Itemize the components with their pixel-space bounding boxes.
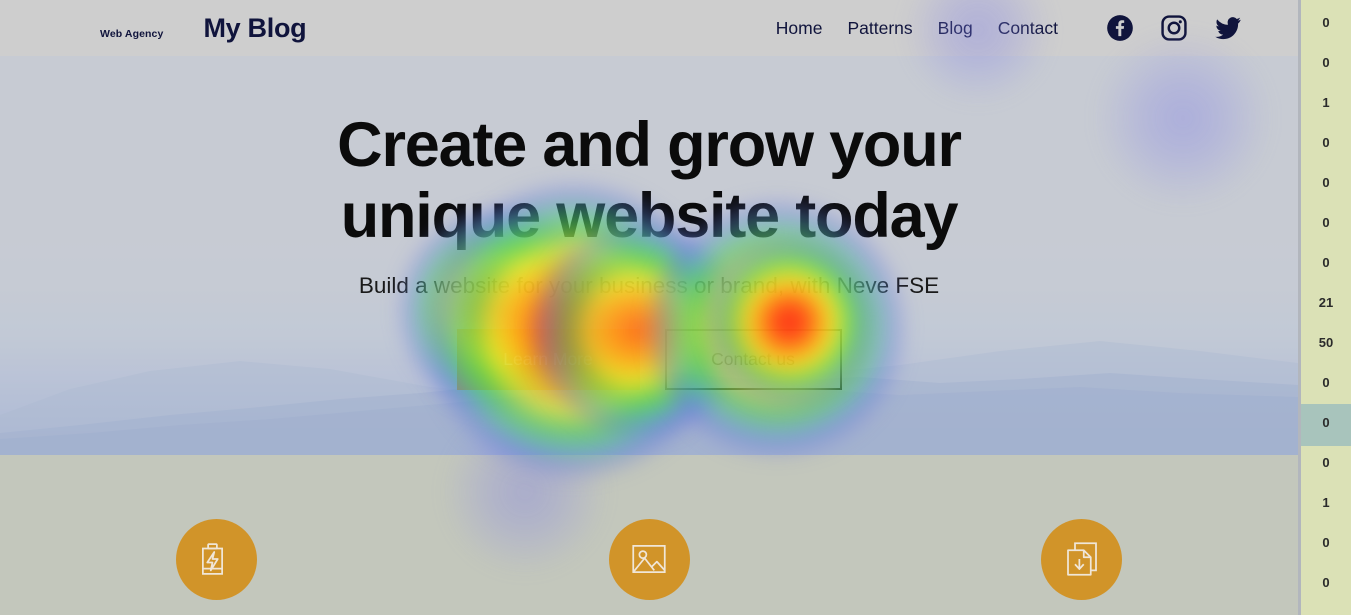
learn-more-button[interactable]: Learn More (456, 329, 640, 391)
scroll-depth-value: 0 (1322, 15, 1330, 30)
hero-subheading: Build a website for your business or bra… (358, 273, 940, 299)
hero-content: Create and grow your unique website toda… (0, 56, 1298, 455)
scroll-depth-value: 0 (1322, 135, 1330, 150)
facebook-icon[interactable] (1106, 14, 1134, 42)
hero-cta-group: Learn More Contact us (456, 329, 842, 391)
nav-link-blog[interactable]: Blog (938, 18, 973, 39)
scroll-depth-value: 0 (1322, 215, 1330, 230)
agency-tagline: Web Agency (100, 27, 164, 40)
scroll-depth-value: 0 (1322, 255, 1330, 270)
scroll-depth-value: 0 (1322, 415, 1330, 430)
scroll-depth-value: 0 (1322, 55, 1330, 70)
screenshot-root: Web Agency My Blog Home Patterns Blog Co… (0, 0, 1351, 615)
instagram-icon[interactable] (1160, 14, 1188, 42)
feature-item (0, 471, 433, 600)
scroll-depth-rail[interactable]: 0 0 1 0 0 0 0 21 50 0 0 0 1 0 0 (1298, 0, 1351, 615)
social-links (1106, 14, 1242, 42)
scroll-depth-value: 0 (1322, 175, 1330, 190)
image-placeholder-icon[interactable] (608, 518, 690, 600)
nav-link-contact[interactable]: Contact (998, 18, 1058, 39)
scroll-depth-value: 21 (1318, 295, 1334, 310)
nav-link-patterns[interactable]: Patterns (847, 18, 912, 39)
contact-us-button[interactable]: Contact us (664, 329, 842, 391)
nav-link-home[interactable]: Home (776, 18, 823, 39)
scroll-depth-value: 50 (1318, 335, 1334, 350)
site-header: Web Agency My Blog Home Patterns Blog Co… (0, 0, 1298, 56)
hero-heading: Create and grow your unique website toda… (337, 110, 962, 251)
feature-item (433, 471, 866, 600)
primary-navigation: Home Patterns Blog Contact (776, 18, 1058, 39)
scroll-depth-value: 1 (1322, 495, 1330, 510)
scroll-depth-value: 0 (1322, 375, 1330, 390)
brand[interactable]: Web Agency My Blog (0, 12, 307, 44)
scroll-depth-value: 0 (1322, 455, 1330, 470)
documents-download-icon[interactable] (1041, 518, 1123, 600)
website-preview: Web Agency My Blog Home Patterns Blog Co… (0, 0, 1298, 615)
feature-item (865, 471, 1298, 600)
hero-section: Create and grow your unique website toda… (0, 56, 1298, 455)
battery-bolt-icon[interactable] (175, 518, 257, 600)
site-title: My Blog (203, 12, 307, 43)
scroll-depth-value: 0 (1322, 535, 1330, 550)
twitter-icon[interactable] (1214, 14, 1242, 42)
scroll-depth-value: 1 (1322, 95, 1330, 110)
features-section (0, 455, 1298, 615)
scroll-depth-bands: 0 0 1 0 0 0 0 21 50 0 0 0 1 0 0 (1301, 0, 1351, 615)
scroll-depth-value: 0 (1322, 575, 1330, 590)
